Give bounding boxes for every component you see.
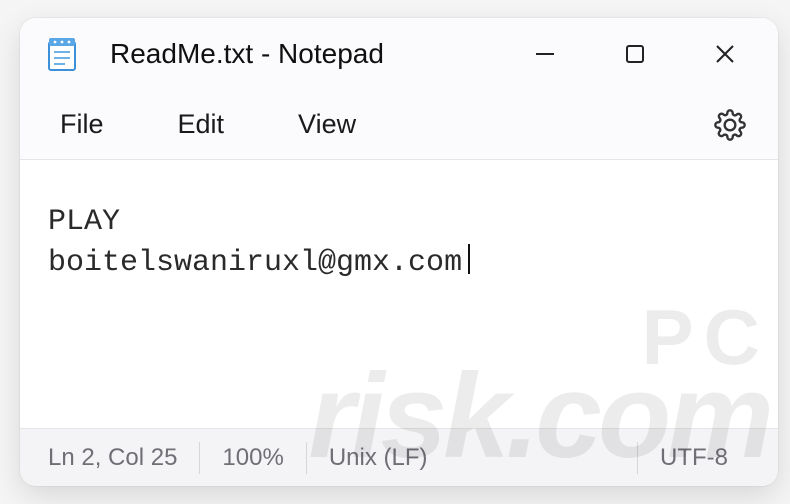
menu-file[interactable]: File (40, 101, 124, 148)
editor-line-2: boitelswaniruxl@gmx.com (48, 243, 750, 284)
window-title: ReadMe.txt - Notepad (110, 38, 384, 70)
close-icon (713, 42, 737, 66)
text-caret (468, 244, 470, 274)
status-zoom[interactable]: 100% (200, 444, 305, 472)
titlebar[interactable]: ReadMe.txt - Notepad (20, 18, 778, 90)
window-controls (500, 18, 770, 90)
menu-edit[interactable]: Edit (158, 101, 245, 148)
notepad-icon (44, 30, 80, 78)
settings-button[interactable] (702, 97, 758, 153)
gear-icon (714, 109, 746, 141)
close-button[interactable] (680, 18, 770, 90)
menubar: File Edit View (20, 90, 778, 160)
text-editor[interactable]: PLAY boitelswaniruxl@gmx.com (20, 160, 778, 428)
editor-line-1: PLAY (48, 202, 750, 243)
status-encoding: UTF-8 (638, 444, 750, 472)
minimize-icon (533, 42, 557, 66)
minimize-button[interactable] (500, 18, 590, 90)
status-line-ending: Unix (LF) (307, 444, 450, 472)
notepad-window: ReadMe.txt - Notepad File Edit View (20, 18, 778, 486)
statusbar: Ln 2, Col 25 100% Unix (LF) UTF-8 (20, 428, 778, 486)
menu-view[interactable]: View (278, 101, 376, 148)
maximize-icon (624, 43, 646, 65)
status-position: Ln 2, Col 25 (48, 444, 199, 472)
editor-line-2-text: boitelswaniruxl@gmx.com (48, 246, 462, 280)
maximize-button[interactable] (590, 18, 680, 90)
